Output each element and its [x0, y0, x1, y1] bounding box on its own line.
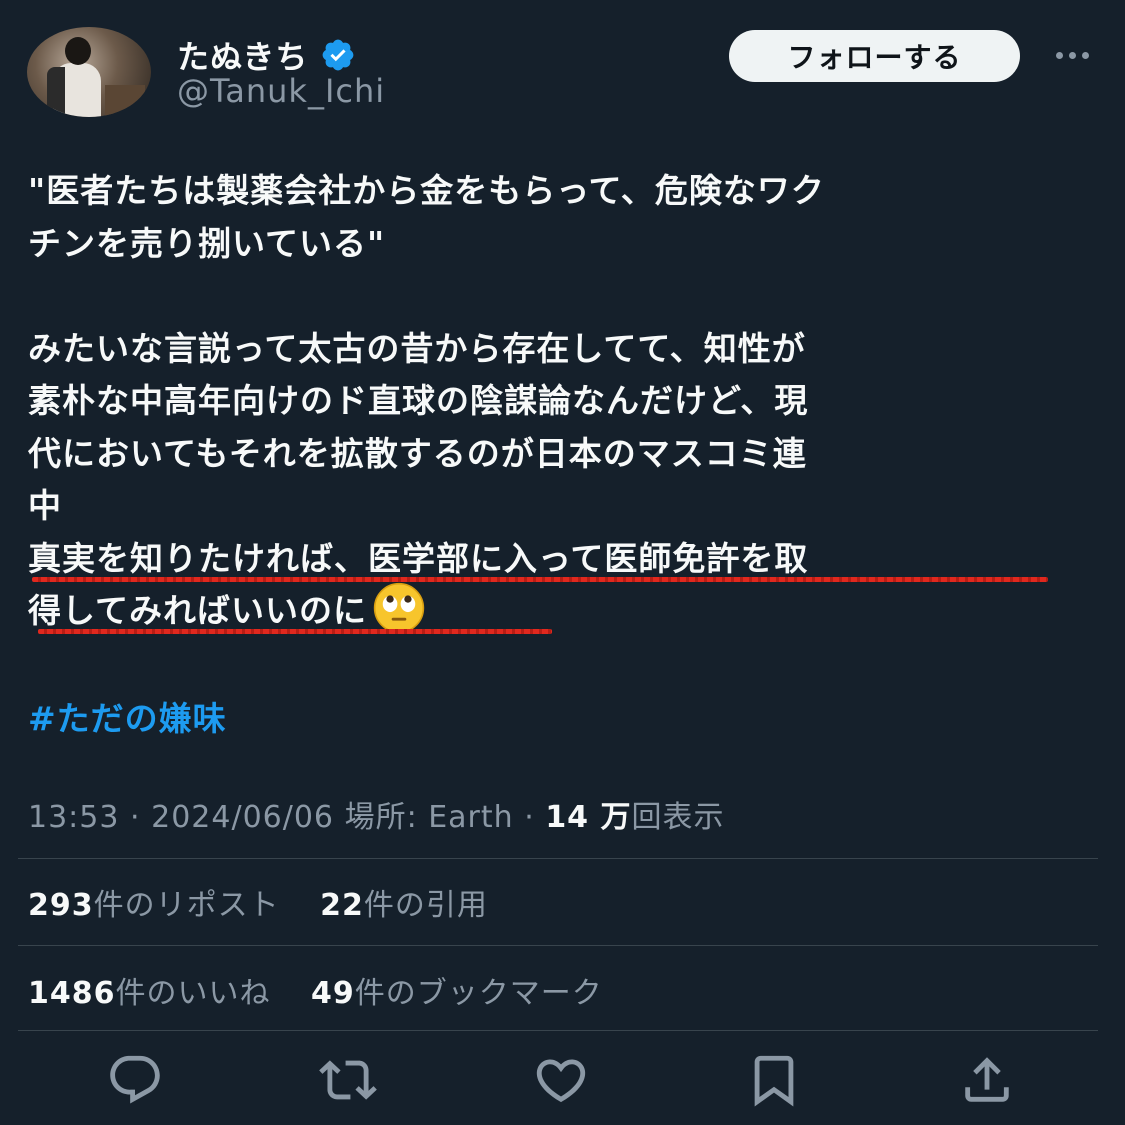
quotes-stat[interactable]: 22件の引用: [320, 888, 488, 923]
tweet-line-text: 真実を知りたければ、医学部に入って医師免許を取: [28, 538, 809, 578]
tweet-line: チンを売り捌いている": [28, 223, 386, 263]
tweet-location: 場所: Earth: [344, 800, 514, 835]
tweet-time[interactable]: 13:53: [28, 800, 119, 835]
quotes-count: 22: [320, 888, 364, 923]
tweet-underlined-line: 真実を知りたければ、医学部に入って医師免許を取: [28, 533, 1098, 586]
repost-icon: [319, 1060, 377, 1100]
reposts-stat[interactable]: 293件のリポスト: [28, 888, 290, 923]
meta-separator: ·: [130, 800, 141, 835]
tweet-line: 中: [28, 486, 62, 525]
quotes-label: 件の引用: [363, 888, 488, 923]
author-handle[interactable]: @Tanuk_Ichi: [177, 72, 385, 110]
hashtag-link[interactable]: #ただの嫌味: [28, 692, 227, 740]
avatar-figure-jacket: [47, 67, 65, 117]
bookmarks-label: 件のブックマーク: [354, 976, 603, 1011]
face-with-rolling-eyes-icon: [373, 582, 425, 633]
bookmark-icon: [754, 1055, 794, 1107]
avatar-figure-head: [65, 37, 91, 65]
meta-separator: ·: [524, 800, 535, 835]
like-button[interactable]: [531, 1050, 591, 1110]
reposts-label: 件のリポスト: [93, 888, 280, 923]
likes-count: 1486: [28, 976, 116, 1011]
avatar[interactable]: [27, 27, 151, 117]
red-underline-mark: [32, 576, 1048, 582]
tweet-underlined-line: 得してみればいいのに: [28, 582, 1098, 638]
verified-badge-icon: [323, 39, 354, 71]
share-icon: [965, 1057, 1009, 1102]
follow-button[interactable]: フォローする: [729, 30, 1020, 82]
reply-icon: [110, 1055, 160, 1104]
action-bar: [0, 1050, 1125, 1110]
views-label: 回表示: [631, 800, 725, 835]
divider: [18, 858, 1098, 859]
divider: [18, 945, 1098, 946]
bookmarks-count: 49: [311, 976, 355, 1011]
bookmark-button[interactable]: [744, 1050, 804, 1110]
tweet-line-text: 得してみればいいのに: [28, 591, 368, 630]
tweet-date[interactable]: 2024/06/06: [151, 800, 334, 835]
tweet-detail: たぬきち @Tanuk_Ichi フォローする "医者たちは製薬会社から金をもら…: [0, 0, 1125, 1125]
stats-row-reposts: 293件のリポスト 22件の引用: [28, 880, 518, 924]
bookmarks-stat[interactable]: 49件のブックマーク: [311, 976, 603, 1011]
more-dot: [1055, 51, 1063, 59]
more-dot: [1081, 51, 1089, 59]
divider: [18, 1030, 1098, 1031]
reply-button[interactable]: [105, 1050, 165, 1110]
views-count: 14 万: [545, 800, 632, 835]
reposts-count: 293: [28, 888, 94, 923]
tweet-line: 素朴な中高年向けのド直球の陰謀論なんだけど、現: [28, 381, 809, 420]
like-icon: [536, 1059, 586, 1103]
more-dot: [1068, 51, 1076, 59]
tweet-line: "医者たちは製薬会社から金をもらって、危険なワク: [28, 171, 825, 210]
tweet-text: "医者たちは製薬会社から金をもらって、危険なワク チンを売り捌いている" みたい…: [28, 165, 1098, 638]
likes-stat[interactable]: 1486件のいいね: [28, 976, 281, 1011]
repost-button[interactable]: [318, 1050, 378, 1110]
more-horizontal-icon[interactable]: [1048, 40, 1096, 70]
share-button[interactable]: [957, 1050, 1017, 1110]
avatar-podium: [105, 85, 145, 117]
stats-row-likes: 1486件のいいね 49件のブックマーク: [28, 968, 633, 1012]
red-underline-mark: [38, 629, 552, 634]
tweet-line: みたいな言説って太古の昔から存在してて、知性が: [28, 328, 806, 368]
likes-label: 件のいいね: [115, 976, 271, 1011]
tweet-line: 代においてもそれを拡散するのが日本のマスコミ連: [28, 433, 807, 473]
tweet-meta: 13:53 · 2024/06/06 場所: Earth · 14 万回表示: [28, 792, 725, 836]
